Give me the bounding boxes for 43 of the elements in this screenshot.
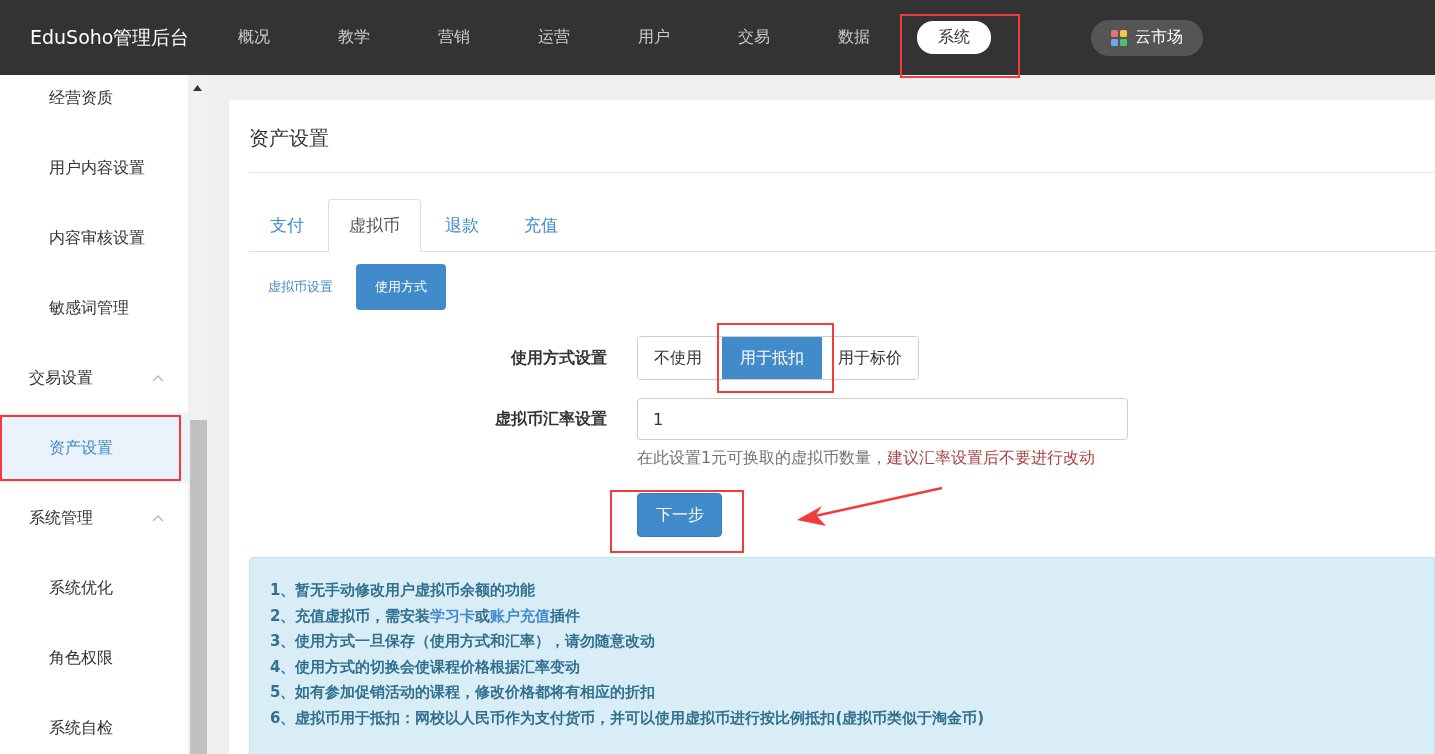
- next-button[interactable]: 下一步: [637, 493, 722, 537]
- nav-item[interactable]: 教学: [304, 27, 404, 48]
- field-label: 使用方式设置: [509, 347, 608, 369]
- sidebar-group[interactable]: 交易设置: [0, 343, 188, 413]
- help-text: 在此设置1元可换取的虚拟币数量，建议汇率设置后不要进行改动: [637, 448, 1097, 469]
- market-button[interactable]: 云市场: [1091, 19, 1203, 56]
- mode-option[interactable]: 用于抵扣: [722, 337, 822, 379]
- notice-line: 3、使用方式一旦保存（使用方式和汇率），请勿随意改动: [270, 631, 657, 652]
- nav-item[interactable]: 用户: [604, 27, 704, 48]
- grid-icon: [1111, 29, 1127, 46]
- nav-item[interactable]: 系统: [917, 21, 991, 54]
- field-label: 虚拟币汇率设置: [494, 408, 608, 430]
- notice-line: 5、如有参加促销活动的课程，修改价格都将有相应的折扣: [270, 682, 657, 703]
- scrollbar-thumb[interactable]: [190, 420, 207, 754]
- sidebar-item[interactable]: 内容审核设置: [0, 203, 188, 273]
- rate-input-field[interactable]: 1: [637, 398, 1128, 440]
- nav-item[interactable]: 交易: [704, 27, 804, 48]
- group-label: 交易设置: [29, 367, 93, 389]
- nav-item[interactable]: 运营: [504, 27, 604, 48]
- sidebar-item[interactable]: 敏感词管理: [0, 273, 188, 343]
- subtab[interactable]: 虚拟币设置: [249, 264, 352, 310]
- sidebar-item[interactable]: 角色权限: [0, 623, 188, 693]
- notice-line: 4、使用方式的切换会使课程价格根据汇率变动: [270, 656, 582, 678]
- sidebar-group[interactable]: 系统管理: [0, 483, 188, 553]
- group-label: 系统管理: [29, 507, 93, 529]
- nav-item[interactable]: 概况: [204, 27, 304, 48]
- notice-line: 1、暂无手动修改用户虚拟币余额的功能: [270, 580, 537, 601]
- notice-line: 6、虚拟币用于抵扣：网校以人民币作为支付货币，并可以使用虚拟币进行按比例抵扣(虚拟币类似于淘金币): [270, 707, 986, 729]
- sidebar-item[interactable]: 系统优化: [0, 553, 188, 623]
- tab[interactable]: 支付: [249, 199, 325, 251]
- sidebar-item[interactable]: 系统自检: [0, 693, 188, 754]
- scroll-up-icon[interactable]: [193, 85, 202, 91]
- sidebar-item[interactable]: 用户内容设置: [0, 133, 188, 203]
- nav-item[interactable]: 数据: [804, 27, 904, 48]
- tab[interactable]: 虚拟币: [328, 199, 421, 252]
- nav-item[interactable]: 营销: [404, 27, 504, 48]
- notice-line: 2、充值虚拟币，需安装学习卡或账户充值插件: [270, 605, 582, 627]
- subtab[interactable]: 使用方式: [356, 264, 446, 310]
- tab[interactable]: 退款: [424, 199, 500, 251]
- tab[interactable]: 充值: [503, 199, 579, 251]
- page-title: 资产设置: [249, 100, 1435, 173]
- brand-title[interactable]: EduSoho管理后台: [0, 24, 204, 51]
- sidebar-item[interactable]: 经营资质: [0, 75, 188, 133]
